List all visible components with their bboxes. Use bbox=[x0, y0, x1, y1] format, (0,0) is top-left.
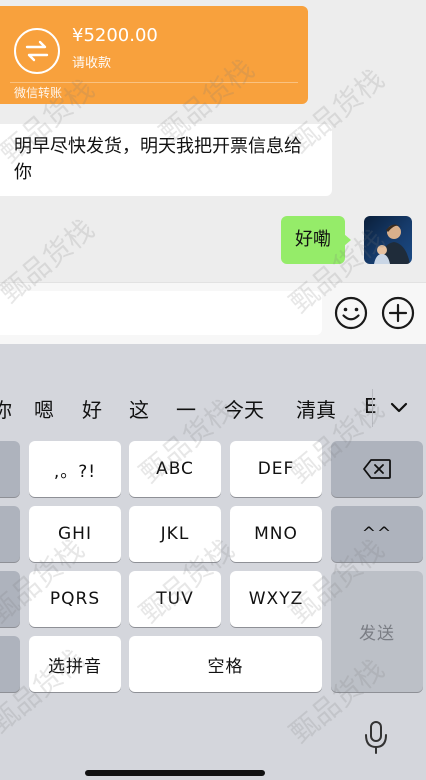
side-key-1[interactable] bbox=[0, 441, 20, 497]
transfer-card[interactable]: ¥5200.00 请收款 微信转账 bbox=[0, 6, 308, 104]
candidate-2[interactable]: 嗯 bbox=[34, 394, 54, 423]
space-key[interactable]: 空格 bbox=[129, 636, 322, 692]
transfer-amount: ¥5200.00 bbox=[72, 25, 158, 46]
side-key-2[interactable] bbox=[0, 506, 20, 562]
microphone-icon[interactable] bbox=[362, 720, 390, 756]
candidate-8[interactable]: E bbox=[364, 394, 377, 418]
key-tuv[interactable]: TUV bbox=[129, 571, 221, 627]
transfer-arrows-icon bbox=[14, 28, 60, 74]
candidate-bar: 你 嗯 好 这 一 今天 清真 E bbox=[0, 344, 426, 430]
side-key-3[interactable] bbox=[0, 571, 20, 627]
candidate-3[interactable]: 好 bbox=[82, 394, 102, 423]
candidate-5[interactable]: 一 bbox=[176, 394, 196, 423]
candidate-4[interactable]: 这 bbox=[129, 394, 149, 423]
home-indicator[interactable] bbox=[85, 770, 265, 776]
more-button[interactable] bbox=[380, 295, 416, 331]
message-input[interactable] bbox=[0, 291, 322, 335]
emoji-button[interactable] bbox=[333, 295, 369, 331]
send-button[interactable]: 发送 bbox=[331, 571, 423, 692]
key-punctuation[interactable]: ,。?! bbox=[29, 441, 121, 497]
avatar[interactable] bbox=[364, 216, 412, 264]
key-def[interactable]: DEF bbox=[230, 441, 322, 497]
key-pqrs[interactable]: PQRS bbox=[29, 571, 121, 627]
key-abc[interactable]: ABC bbox=[129, 441, 221, 497]
candidate-6[interactable]: 今天 bbox=[224, 394, 264, 423]
outgoing-message[interactable]: 好嘞 bbox=[281, 216, 351, 264]
plus-circle-icon bbox=[381, 296, 415, 330]
emoticon-key[interactable]: ^^ bbox=[331, 506, 423, 562]
chat-area: ¥5200.00 请收款 微信转账 明早尽快发货，明天我把开票信息给你 好嘞 bbox=[0, 0, 426, 282]
side-key-4[interactable] bbox=[0, 636, 20, 692]
chevron-down-icon[interactable] bbox=[388, 396, 410, 418]
key-mno[interactable]: MNO bbox=[230, 506, 322, 562]
transfer-footer: 微信转账 bbox=[14, 86, 63, 100]
key-ghi[interactable]: GHI bbox=[29, 506, 121, 562]
backspace-icon bbox=[363, 459, 391, 479]
keyboard: 你 嗯 好 这 一 今天 清真 E bbox=[0, 344, 426, 780]
input-bar bbox=[0, 282, 426, 344]
key-jkl[interactable]: JKL bbox=[129, 506, 221, 562]
key-wxyz[interactable]: WXYZ bbox=[230, 571, 322, 627]
incoming-message[interactable]: 明早尽快发货，明天我把开票信息给你 bbox=[0, 124, 332, 196]
transfer-status: 请收款 bbox=[72, 56, 112, 71]
candidate-1[interactable]: 你 bbox=[0, 394, 12, 423]
candidate-7[interactable]: 清真 bbox=[296, 394, 336, 423]
candidate-divider bbox=[372, 389, 373, 427]
delete-button[interactable] bbox=[331, 441, 423, 497]
emoji-smile-icon bbox=[334, 296, 368, 330]
transfer-divider bbox=[10, 82, 298, 83]
pinyin-select-key[interactable]: 选拼音 bbox=[29, 636, 121, 692]
